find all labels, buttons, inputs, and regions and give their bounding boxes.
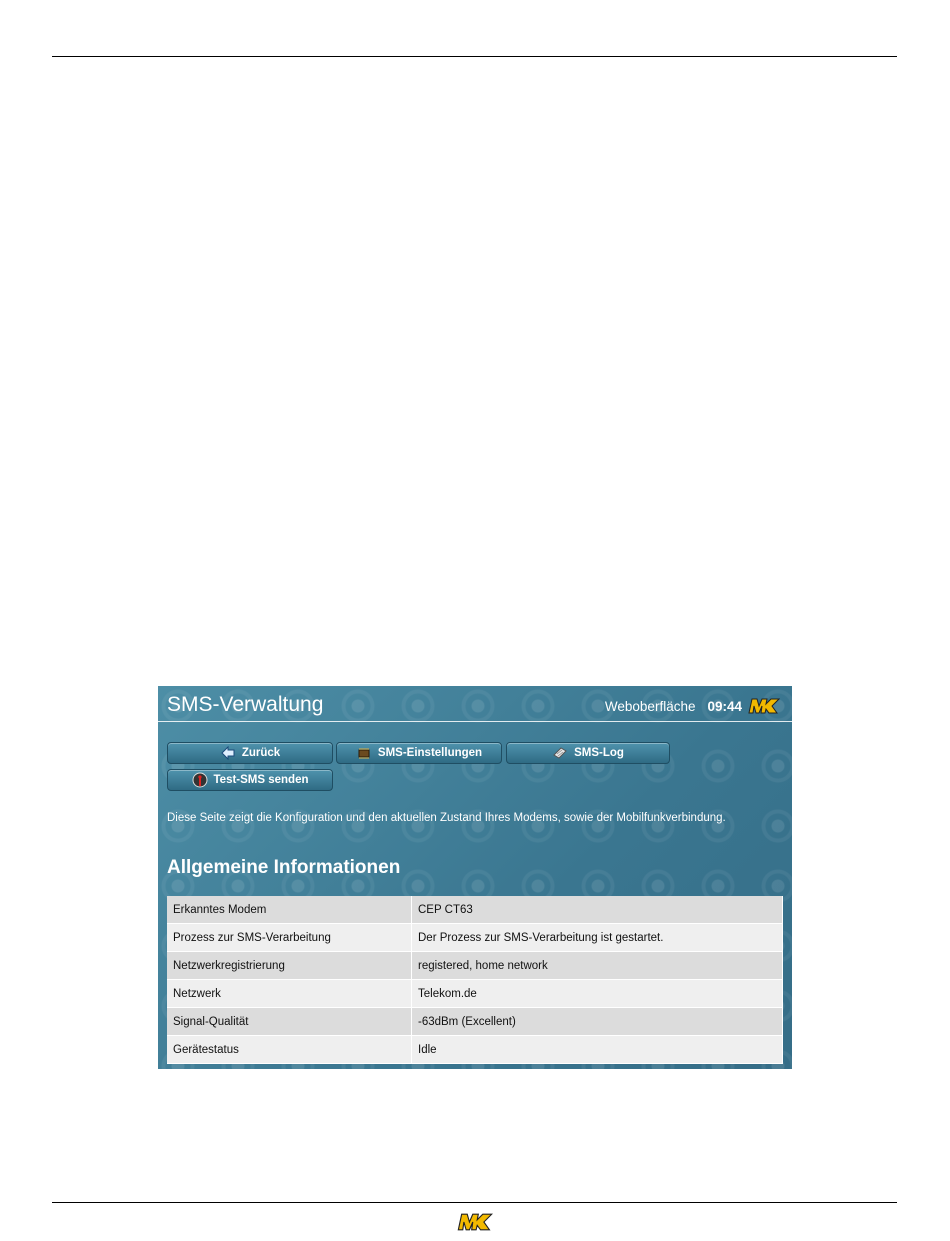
sms-log-button[interactable]: SMS-Log xyxy=(506,742,670,764)
row-value: Der Prozess zur SMS-Verarbeitung ist ges… xyxy=(411,923,783,952)
app-subtitle: Weboberfläche xyxy=(604,698,696,714)
table-row: Signal-Qualität -63dBm (Excellent) xyxy=(167,1007,783,1036)
row-value: registered, home network xyxy=(411,951,783,980)
row-key: Gerätestatus xyxy=(167,1035,412,1064)
page-top-rule xyxy=(52,56,897,57)
row-value: Idle xyxy=(411,1035,783,1064)
page-bottom-rule xyxy=(52,1202,897,1203)
row-key: Prozess zur SMS-Verarbeitung xyxy=(167,923,412,952)
mk-logo-icon xyxy=(748,698,780,714)
document-icon xyxy=(553,747,567,759)
table-row: Gerätestatus Idle xyxy=(167,1035,783,1064)
header-status: Weboberfläche 09:44 xyxy=(605,697,780,715)
back-button-label: Zurück xyxy=(241,747,281,759)
row-key: Erkanntes Modem xyxy=(167,896,412,924)
sms-settings-button-label: SMS-Einstellungen xyxy=(377,747,483,759)
footer-mk-logo-icon xyxy=(457,1213,493,1231)
back-button[interactable]: Zurück xyxy=(167,742,333,764)
row-key: Netzwerkregistrierung xyxy=(167,951,412,980)
table-row: Prozess zur SMS-Verarbeitung Der Prozess… xyxy=(167,923,783,952)
section-title: Allgemeine Informationen xyxy=(167,857,401,878)
sms-settings-button[interactable]: SMS-Einstellungen xyxy=(336,742,502,764)
antenna-icon xyxy=(192,772,207,788)
row-value: -63dBm (Excellent) xyxy=(411,1007,783,1036)
arrow-left-icon xyxy=(221,745,235,761)
row-key: Signal-Qualität xyxy=(167,1007,412,1036)
table-row: Erkanntes Modem CEP CT63 xyxy=(167,896,783,924)
sms-log-button-label: SMS-Log xyxy=(574,747,624,759)
sms-management-screen: SMS-Verwaltung Weboberfläche 09:44 Zurüc… xyxy=(158,686,792,1069)
table-row: Netzwerk Telekom.de xyxy=(167,979,783,1008)
info-table: Erkanntes Modem CEP CT63 Prozess zur SMS… xyxy=(167,896,783,1064)
page-description: Diese Seite zeigt die Konfiguration und … xyxy=(167,812,726,824)
page-title: SMS-Verwaltung xyxy=(167,693,324,716)
test-sms-button[interactable]: Test-SMS senden xyxy=(167,769,333,791)
row-key: Netzwerk xyxy=(167,979,412,1008)
test-sms-button-label: Test-SMS senden xyxy=(213,774,309,786)
chip-icon xyxy=(358,748,370,759)
row-value: CEP CT63 xyxy=(411,896,783,924)
table-row: Netzwerkregistrierung registered, home n… xyxy=(167,951,783,980)
clock: 09:44 xyxy=(707,698,742,714)
app-header: SMS-Verwaltung Weboberfläche 09:44 xyxy=(158,686,792,722)
row-value: Telekom.de xyxy=(411,979,783,1008)
